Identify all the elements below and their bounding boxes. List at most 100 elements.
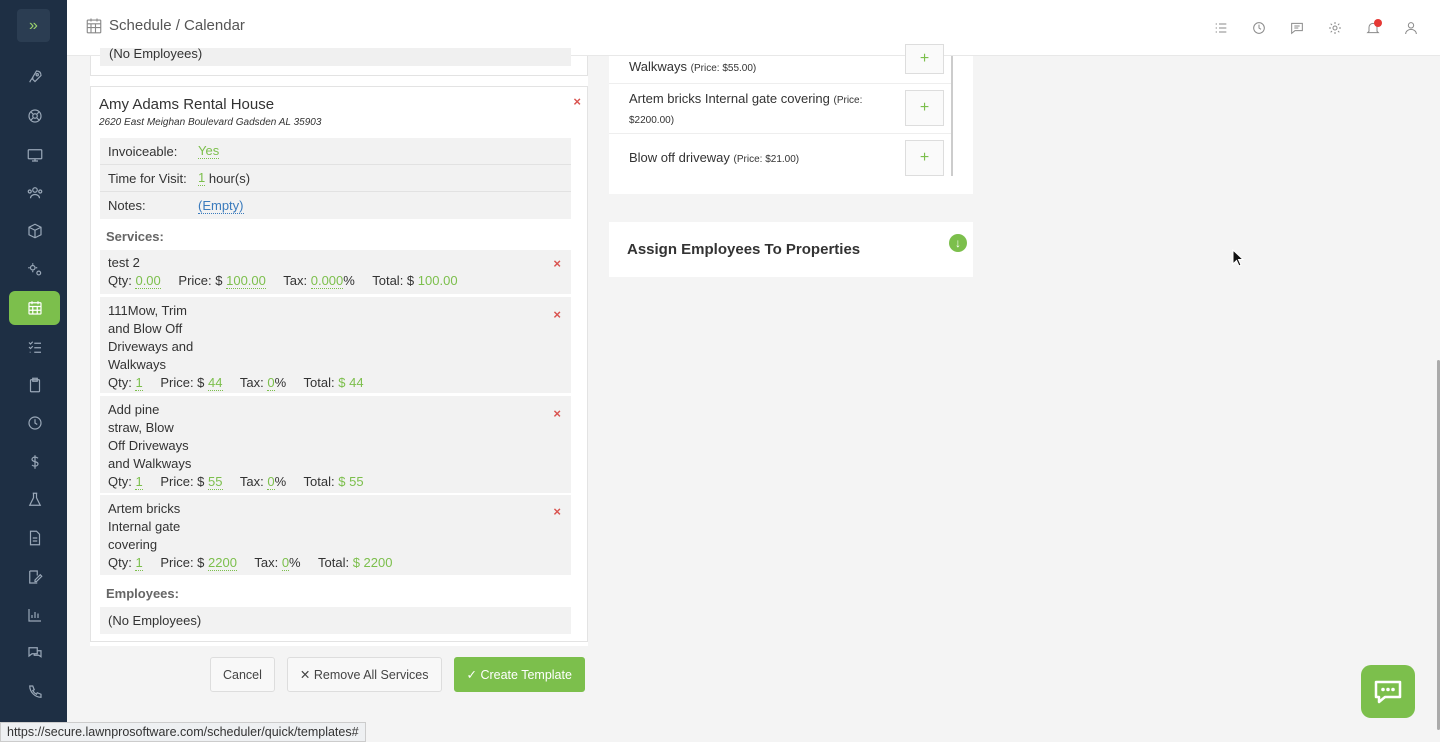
price-value[interactable]: 100.00 [226, 273, 266, 289]
service-name-line: covering [108, 537, 158, 552]
service-option: Artem bricks Internal gate covering (Pri… [609, 84, 952, 134]
tax-value[interactable]: 0 [281, 555, 290, 571]
service-option-name: Artem bricks Internal gate covering [629, 91, 830, 106]
service-name-line: Add pine [108, 402, 160, 417]
service-option-price: (Price: $21.00) [733, 154, 800, 165]
service-options-list: Walkways (Price: $55.00) + Artem bricks … [609, 44, 952, 180]
notes-value[interactable]: (Empty) [198, 198, 244, 214]
qty-value[interactable]: 1 [135, 375, 143, 391]
monitor-icon[interactable] [9, 138, 60, 172]
employees-heading: Employees: [106, 586, 179, 601]
header-toolbar [1212, 19, 1420, 37]
chat-bubbles-icon[interactable] [9, 636, 60, 670]
main-content: (No Employees) Amy Adams Rental House 26… [67, 44, 1440, 742]
remove-service-icon[interactable]: × [553, 405, 561, 423]
history-clock-icon[interactable] [1250, 19, 1268, 37]
chat-icon [1374, 680, 1402, 703]
support-icon[interactable] [9, 99, 60, 133]
total-label: Total: [303, 474, 335, 489]
previous-property-card-bottom: (No Employees) [90, 48, 588, 76]
service-values: Qty: 1 Price: $ 44 Tax: 0% Total: $ 44 [108, 374, 563, 392]
service-item: 111Mow, Trim and Blow Off Driveways and … [100, 297, 571, 393]
clipboard-icon[interactable] [9, 368, 60, 402]
tax-value[interactable]: 0.000 [310, 273, 344, 289]
tasks-icon[interactable] [1212, 19, 1230, 37]
remove-service-icon[interactable]: × [553, 255, 561, 273]
notifications-bell-icon[interactable] [1364, 19, 1382, 37]
notes-row: Notes: (Empty) [100, 192, 571, 219]
invoiceable-value[interactable]: Yes [198, 143, 220, 159]
time-for-visit-value[interactable]: 1 [198, 170, 206, 186]
price-value[interactable]: 2200 [208, 555, 237, 571]
service-option-price: $2200.00) [629, 115, 675, 126]
live-chat-button[interactable] [1361, 665, 1415, 718]
add-service-button[interactable]: + [905, 90, 944, 126]
box-icon[interactable] [9, 214, 60, 248]
service-values: Qty: 1 Price: $ 2200 Tax: 0% Total: $ 22… [108, 554, 563, 572]
price-value[interactable]: 44 [208, 375, 223, 391]
remove-service-icon[interactable]: × [553, 503, 561, 521]
services-heading: Services: [106, 229, 164, 244]
edit-document-icon[interactable] [9, 560, 60, 594]
price-label: Price: $ [160, 555, 205, 570]
percent-sign: % [274, 375, 287, 390]
tax-label: Tax: [254, 555, 279, 570]
gear-icon[interactable] [1326, 19, 1344, 37]
document-icon[interactable] [9, 521, 60, 555]
clock-icon[interactable] [9, 406, 60, 440]
rocket-icon[interactable] [9, 60, 60, 94]
service-option-price: (Price: $55.00) [690, 63, 757, 74]
service-name-line: Walkways [108, 357, 167, 372]
service-item: Artem bricks Internal gate covering Qty:… [100, 495, 571, 575]
checklist-icon[interactable] [9, 330, 60, 364]
expand-sidebar-icon[interactable]: » [17, 9, 50, 42]
tax-value[interactable]: 0 [267, 375, 275, 391]
time-unit: hour(s) [208, 170, 251, 186]
expand-down-icon[interactable]: ↓ [949, 234, 967, 252]
user-avatar-icon[interactable] [1402, 19, 1420, 37]
assign-employees-card: Assign Employees To Properties ↓ [609, 222, 973, 277]
create-template-button[interactable]: ✓ Create Template [453, 657, 585, 692]
service-name-line: Artem bricks [108, 501, 181, 516]
tax-label: Tax: [283, 273, 308, 288]
price-value[interactable]: 55 [208, 474, 223, 490]
service-name-line: 111Mow, Trim [108, 303, 187, 318]
remove-property-icon[interactable]: × [573, 94, 581, 109]
users-icon[interactable] [9, 176, 60, 210]
flask-icon[interactable] [9, 483, 60, 517]
cancel-button[interactable]: Cancel [210, 657, 275, 692]
tax-value[interactable]: 0 [267, 474, 275, 490]
total-label: Total: [303, 375, 335, 390]
add-service-button[interactable]: + [905, 140, 944, 176]
total-label: Total: [318, 555, 350, 570]
list-scrollbar[interactable] [951, 56, 953, 176]
price-label: Price: $ [178, 273, 223, 288]
bar-chart-icon[interactable] [9, 598, 60, 632]
total-value: $ 55 [338, 474, 364, 489]
total-value: $ 44 [338, 375, 364, 390]
service-name-line: straw, Blow [108, 420, 174, 435]
remove-all-services-button[interactable]: ✕ Remove All Services [286, 657, 442, 692]
qty-label: Qty: [108, 555, 132, 570]
service-option-name: Blow off driveway [629, 150, 730, 165]
total-value: $ 2200 [352, 555, 393, 570]
dollar-icon[interactable] [9, 445, 60, 479]
messages-icon[interactable] [1288, 19, 1306, 37]
price-label: Price: $ [160, 375, 205, 390]
qty-value[interactable]: 1 [135, 474, 143, 490]
property-name: Amy Adams Rental House [99, 96, 275, 113]
settings-gears-icon[interactable] [9, 253, 60, 287]
percent-sign: % [343, 273, 355, 288]
property-address: 2620 East Meighan Boulevard Gadsden AL 3… [99, 117, 322, 128]
remove-service-icon[interactable]: × [553, 306, 561, 324]
qty-label: Qty: [108, 474, 132, 489]
add-service-button[interactable]: + [905, 44, 944, 74]
phone-icon[interactable] [9, 675, 60, 709]
calendar-icon[interactable] [9, 291, 60, 325]
qty-value[interactable]: 0.00 [135, 273, 161, 289]
qty-label: Qty: [108, 375, 132, 390]
service-option-name: Walkways [629, 59, 688, 74]
qty-value[interactable]: 1 [135, 555, 143, 571]
service-values: Qty: 1 Price: $ 55 Tax: 0% Total: $ 55 [108, 473, 563, 491]
template-actions: Cancel ✕ Remove All Services ✓ Create Te… [210, 657, 585, 692]
